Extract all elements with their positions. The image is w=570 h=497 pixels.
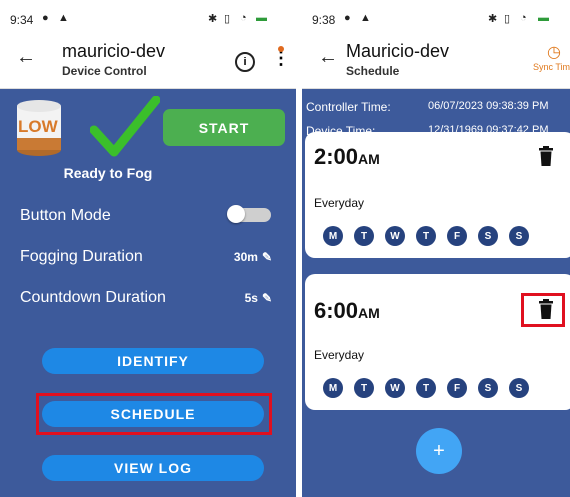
day-monday[interactable]: M xyxy=(323,226,343,246)
wifi-icon: ◔ xyxy=(240,12,247,24)
fluid-level-icon: LOW xyxy=(17,100,61,156)
battery-icon: ▬ xyxy=(538,12,549,24)
day-monday[interactable]: M xyxy=(323,378,343,398)
controller-time-value: 06/07/2023 09:38:39 PM xyxy=(428,100,549,112)
controller-time-label: Controller Time: xyxy=(306,100,391,114)
days-row: M T W T F S S xyxy=(323,378,529,398)
button-mode-label: Button Mode xyxy=(20,207,111,224)
day-saturday[interactable]: S xyxy=(478,226,498,246)
status-bar: 9:34 ● ▲ ✱ ▯ ◔ ▬ xyxy=(0,0,296,36)
schedule-time-value: 2:00 xyxy=(314,144,359,169)
app-notification-icon: ● xyxy=(344,12,351,24)
schedule-card[interactable]: 2:00AM Everyday M T W T F S S xyxy=(305,132,570,258)
identify-button[interactable]: IDENTIFY xyxy=(42,348,264,374)
status-time: 9:34 xyxy=(10,13,34,27)
add-schedule-button[interactable]: + xyxy=(416,428,462,474)
schedule-time: 2:00AM xyxy=(314,144,380,170)
app-bar: ← mauricio-dev Device Control i ⋮ xyxy=(0,36,296,89)
wifi-icon: ◔ xyxy=(520,12,527,24)
sync-time-label: Sync Time xyxy=(532,62,570,72)
device-control-screen: 9:34 ● ▲ ✱ ▯ ◔ ▬ ← mauricio-dev Device C… xyxy=(0,0,296,497)
day-tuesday[interactable]: T xyxy=(354,226,374,246)
countdown-duration-label: Countdown Duration xyxy=(20,289,166,306)
day-sunday[interactable]: S xyxy=(509,226,529,246)
day-wednesday[interactable]: W xyxy=(385,226,405,246)
warning-icon: ▲ xyxy=(360,12,371,24)
schedule-ampm: AM xyxy=(358,305,380,321)
schedule-time: 6:00AM xyxy=(314,298,380,324)
status-bar: 9:38 ● ▲ ✱ ▯ ◔ ▬ xyxy=(302,0,570,36)
button-mode-toggle[interactable] xyxy=(227,205,271,223)
toggle-knob xyxy=(227,205,245,223)
day-sunday[interactable]: S xyxy=(509,378,529,398)
countdown-duration-edit[interactable]: 5s ✎ xyxy=(245,291,272,305)
view-log-button[interactable]: VIEW LOG xyxy=(42,455,264,481)
fogging-duration-edit[interactable]: 30m ✎ xyxy=(234,250,272,264)
pencil-icon: ✎ xyxy=(261,291,272,305)
back-arrow-icon[interactable]: ← xyxy=(16,46,36,69)
sync-time-button[interactable]: ◷ Sync Time xyxy=(524,42,570,72)
level-label: LOW xyxy=(18,117,59,136)
day-tuesday[interactable]: T xyxy=(354,378,374,398)
app-bar: ← Mauricio-dev Schedule ◷ Sync Time xyxy=(302,36,570,89)
day-friday[interactable]: F xyxy=(447,378,467,398)
ready-check-icon xyxy=(90,96,160,157)
day-thursday[interactable]: T xyxy=(416,226,436,246)
app-notification-icon: ● xyxy=(42,12,49,24)
schedule-ampm: AM xyxy=(358,151,380,167)
countdown-duration-value: 5s xyxy=(244,291,258,305)
schedule-repeat: Everyday xyxy=(314,348,365,362)
day-friday[interactable]: F xyxy=(447,226,467,246)
schedule-time-value: 6:00 xyxy=(314,298,359,323)
days-row: M T W T F S S xyxy=(323,226,529,246)
delete-highlight xyxy=(521,293,565,327)
status-time: 9:38 xyxy=(312,13,336,27)
delete-trash-icon[interactable] xyxy=(538,146,554,166)
fogging-duration-value: 30m xyxy=(233,250,258,264)
schedule-highlight xyxy=(36,393,272,435)
vibrate-icon: ▯ xyxy=(504,13,511,25)
start-button[interactable]: START xyxy=(163,109,285,146)
page-subtitle: Schedule xyxy=(346,64,400,78)
page-title: mauricio-dev xyxy=(62,41,166,61)
page-title: Mauricio-dev xyxy=(346,41,450,61)
bluetooth-icon: ✱ xyxy=(208,13,218,25)
info-icon[interactable]: i xyxy=(235,52,255,72)
vibrate-icon: ▯ xyxy=(224,13,231,25)
back-arrow-icon[interactable]: ← xyxy=(318,46,338,69)
clock-icon: ◷ xyxy=(547,44,561,61)
pencil-icon: ✎ xyxy=(261,250,272,264)
bluetooth-icon: ✱ xyxy=(488,13,498,25)
battery-icon: ▬ xyxy=(256,12,267,24)
fogging-duration-label: Fogging Duration xyxy=(20,248,143,265)
schedule-screen: 9:38 ● ▲ ✱ ▯ ◔ ▬ ← Mauricio-dev Schedule… xyxy=(302,0,570,497)
schedule-repeat: Everyday xyxy=(314,196,365,210)
day-thursday[interactable]: T xyxy=(416,378,436,398)
day-wednesday[interactable]: W xyxy=(385,378,405,398)
ready-status: Ready to Fog xyxy=(63,165,153,181)
notification-dot-icon xyxy=(278,46,284,52)
warning-icon: ▲ xyxy=(58,12,69,24)
page-subtitle: Device Control xyxy=(62,64,147,78)
day-saturday[interactable]: S xyxy=(478,378,498,398)
